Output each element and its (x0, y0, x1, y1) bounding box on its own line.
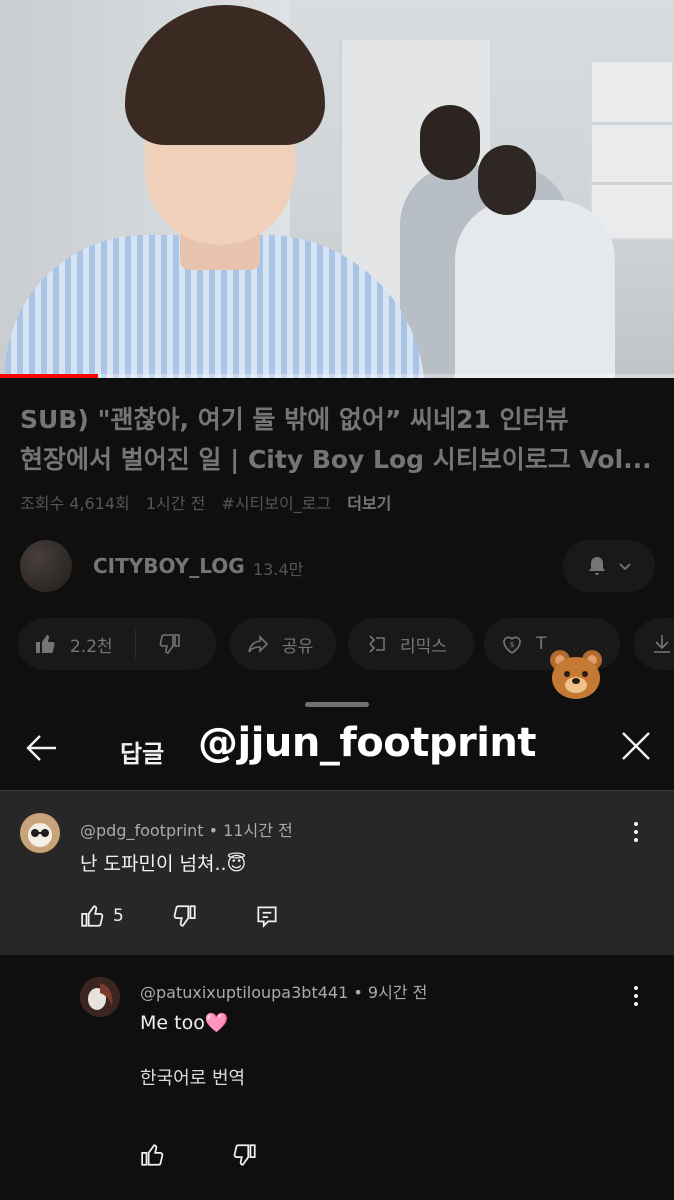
video-frame-figure-head (478, 145, 536, 215)
download-button[interactable] (634, 618, 674, 670)
back-button[interactable] (22, 728, 62, 768)
comment-text: Me too🩷 (140, 1012, 229, 1034)
notification-bell-button[interactable] (563, 540, 655, 592)
close-icon (622, 732, 650, 760)
remix-label: 리믹스 (400, 636, 447, 657)
comment-text: 난 도파민이 넘쳐..😇 (80, 853, 247, 875)
close-button[interactable] (616, 726, 656, 766)
channel-row: CITYBOY_LOG 13.4만 (20, 540, 660, 594)
panel-title: 답글 (120, 740, 165, 768)
watermark-text: @jjun_footprint (198, 720, 537, 766)
thanks-icon: $ (503, 636, 521, 654)
more-options-button[interactable] (624, 817, 648, 847)
comment-time: 9시간 전 (367, 983, 428, 1002)
video-meta: 조회수 4,614회 1시간 전 #시티보이_로그 더보기 (20, 490, 402, 514)
reply-icon[interactable] (254, 903, 280, 929)
video-title[interactable]: SUB) "괜찮아, 여기 둘 밖에 없어” 씨네21 인터뷰 현장에서 벌어진… (20, 400, 660, 480)
bear-emoji-icon (550, 650, 602, 699)
comment-time: 11시간 전 (223, 821, 293, 840)
comment-author-handle[interactable]: @pdg_footprint (80, 821, 204, 840)
meta-separator: • (208, 821, 224, 840)
thumbs-up-icon[interactable] (34, 632, 58, 656)
arrow-left-icon (26, 735, 56, 761)
comment-author[interactable]: @pdg_footprint • 11시간 전 (80, 817, 293, 841)
translate-link[interactable]: 한국어로 번역 (140, 1064, 245, 1090)
thumbs-down-icon[interactable] (232, 1142, 258, 1168)
subscriber-count: 13.4만 (253, 560, 304, 579)
download-icon (654, 635, 670, 653)
avatar-image (80, 977, 120, 1017)
comment-author-handle[interactable]: @patuxixuptiloupa3bt441 (140, 983, 348, 1002)
chevron-down-icon (619, 563, 631, 571)
more-options-button[interactable] (624, 981, 648, 1011)
video-title-line: 현장에서 벌어진 일 | City Boy Log 시티보이로그 Vol... (20, 445, 652, 474)
thumbs-up-icon[interactable] (140, 1142, 166, 1168)
panel-header: 답글 @jjun_footprint (0, 650, 674, 790)
video-frame-shelf (590, 60, 674, 240)
channel-name[interactable]: CITYBOY_LOG (93, 554, 245, 578)
comment-actions: 5 (80, 903, 380, 933)
share-label: 공유 (282, 636, 314, 657)
like-count: 2.2천 (70, 636, 113, 657)
meta-separator: • (353, 983, 368, 1002)
avatar-image (20, 813, 60, 853)
bell-icon (589, 557, 605, 575)
svg-text:$: $ (509, 640, 514, 649)
comment-author[interactable]: @patuxixuptiloupa3bt441 • 9시간 전 (140, 979, 427, 1003)
video-frame-figure (455, 200, 615, 378)
thumbs-down-icon[interactable] (172, 903, 198, 929)
comment-actions (140, 1142, 440, 1172)
remix-icon (369, 635, 385, 653)
drag-handle[interactable] (305, 702, 369, 707)
channel-avatar[interactable] (20, 540, 72, 592)
video-player[interactable] (0, 0, 674, 378)
comment-like-count: 5 (113, 906, 124, 926)
like-dislike-pill: 2.2천 (18, 618, 216, 670)
video-frame-figure-head (420, 105, 480, 180)
like-divider (134, 630, 136, 658)
share-button[interactable]: 공유 (230, 618, 336, 670)
view-count: 조회수 4,614회 (20, 494, 130, 513)
remix-button[interactable]: 리믹스 (348, 618, 474, 670)
video-title-line: SUB) "괜찮아, 여기 둘 밖에 없어” 씨네21 인터뷰 (20, 405, 569, 434)
hashtag-link[interactable]: #시티보이_로그 (221, 494, 331, 513)
avatar[interactable] (20, 813, 60, 853)
reply-comment: @patuxixuptiloupa3bt441 • 9시간 전 Me too🩷 … (0, 955, 674, 1200)
thumbs-down-icon[interactable] (158, 632, 182, 656)
parent-comment: @pdg_footprint • 11시간 전 난 도파민이 넘쳐..😇 5 (0, 791, 674, 955)
avatar[interactable] (80, 977, 120, 1017)
thanks-label: T (536, 634, 547, 654)
replies-panel: 답글 @jjun_footprint @pdg_footprint • 11시간… (0, 650, 674, 1200)
more-link[interactable]: 더보기 (347, 494, 391, 513)
thumbs-up-icon[interactable] (80, 903, 106, 929)
upload-age: 1시간 전 (145, 494, 206, 513)
share-icon (248, 635, 269, 653)
